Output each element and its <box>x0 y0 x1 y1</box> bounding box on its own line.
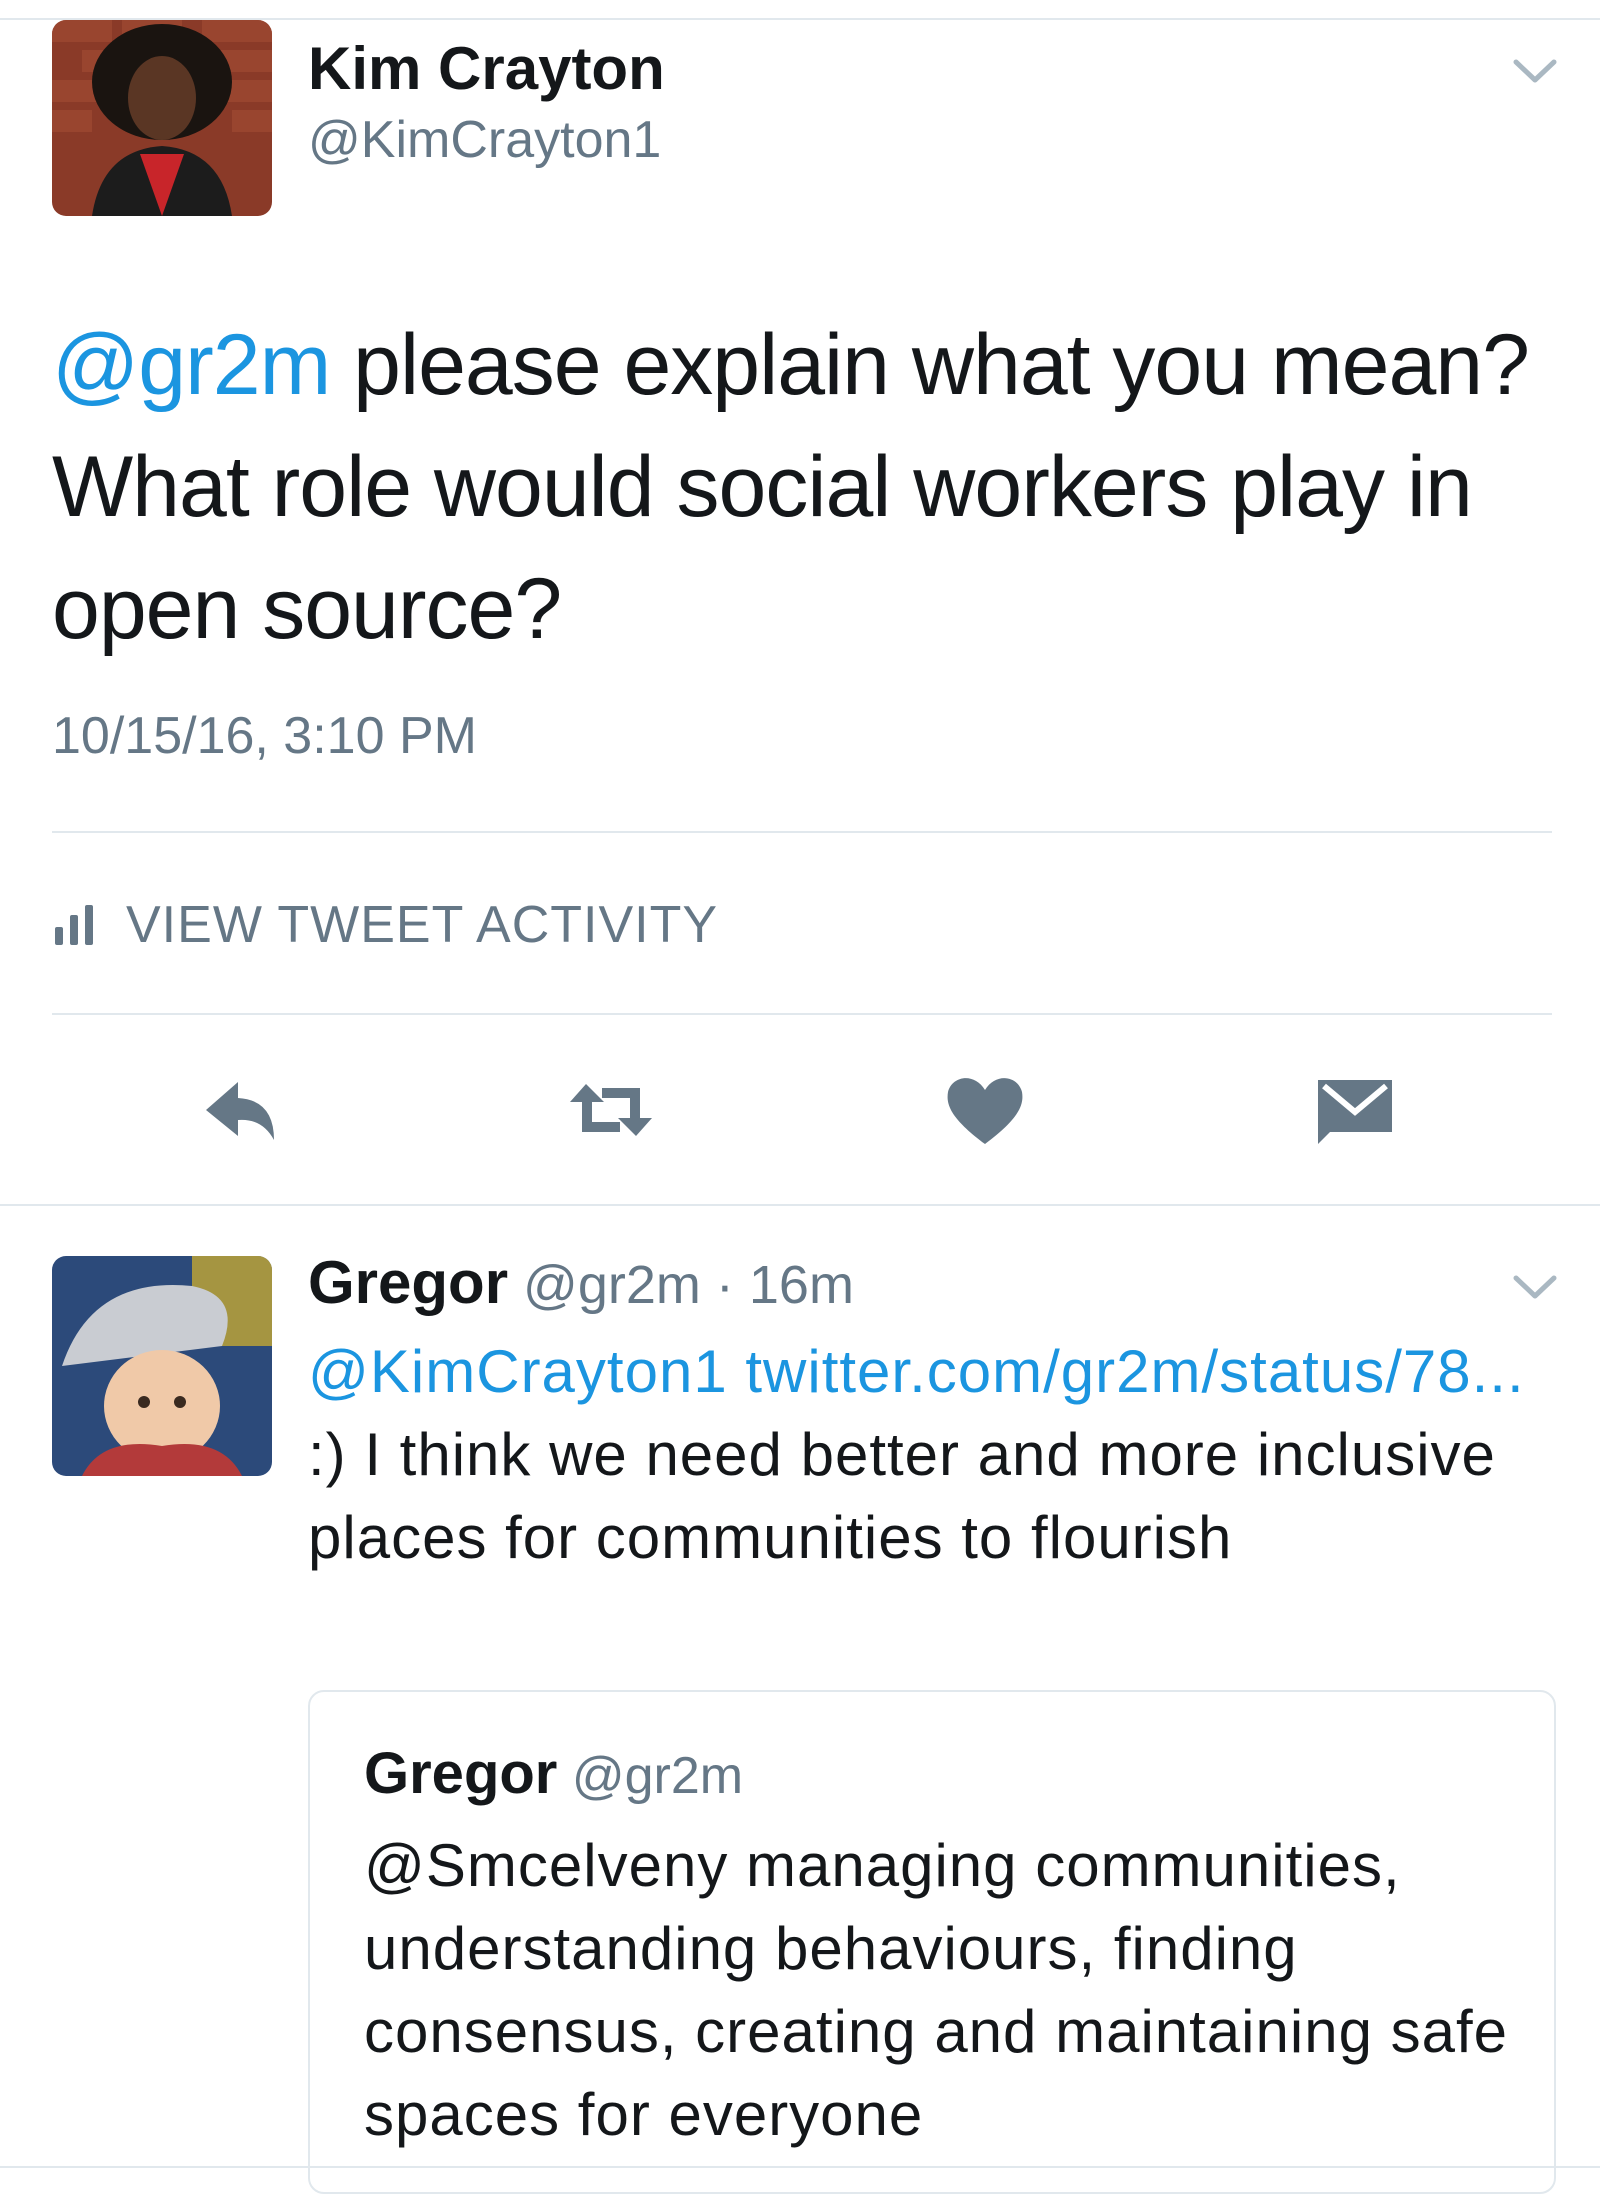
timestamp: 10/15/16, 3:10 PM <box>52 707 477 765</box>
reply-body: :) I think we need better and more inclu… <box>308 1421 1496 1571</box>
activity-label: VIEW TWEET ACTIVITY <box>126 896 719 954</box>
quote-header: Gregor @gr2m <box>364 1740 743 1807</box>
divider <box>52 1013 1552 1015</box>
tweet-text: @gr2m please explain what you mean? What… <box>52 304 1562 670</box>
reply-author-name[interactable]: Gregor <box>308 1249 508 1316</box>
message-icon[interactable] <box>1310 1070 1400 1150</box>
avatar[interactable] <box>52 20 272 216</box>
bar-chart-icon <box>55 905 93 945</box>
author-name[interactable]: Kim Crayton <box>308 34 665 103</box>
avatar-image <box>52 1256 272 1476</box>
bottom-divider <box>0 2166 1600 2168</box>
mention-link[interactable]: @gr2m <box>52 317 331 413</box>
reply-icon[interactable] <box>198 1070 288 1150</box>
reply-text: @KimCrayton1 twitter.com/gr2m/status/78.… <box>308 1330 1568 1579</box>
chevron-down-icon[interactable] <box>1510 1270 1560 1304</box>
view-tweet-activity-button[interactable]: VIEW TWEET ACTIVITY <box>52 895 718 955</box>
section-divider <box>0 1204 1600 1206</box>
divider <box>52 831 1552 833</box>
quote-text: @Smcelveny managing communities, underst… <box>364 1832 1509 2148</box>
avatar-image <box>52 20 272 216</box>
author-handle[interactable]: @KimCrayton1 <box>308 110 661 170</box>
status-link[interactable]: twitter.com/gr2m/status/78... <box>745 1338 1524 1405</box>
heart-icon[interactable] <box>940 1070 1030 1150</box>
quote-author-handle: @gr2m <box>557 1747 744 1805</box>
reply-meta: @gr2m · 16m <box>508 1255 854 1315</box>
retweet-icon[interactable] <box>566 1070 656 1150</box>
quoted-tweet-card[interactable]: Gregor @gr2m @Smcelveny managing communi… <box>308 1690 1556 2194</box>
reply-header: Gregor @gr2m · 16m <box>308 1248 854 1317</box>
quote-author-name: Gregor <box>364 1741 558 1806</box>
mention-link[interactable]: @KimCrayton1 <box>308 1338 728 1405</box>
reply-avatar[interactable] <box>52 1256 272 1476</box>
chevron-down-icon[interactable] <box>1510 54 1560 88</box>
